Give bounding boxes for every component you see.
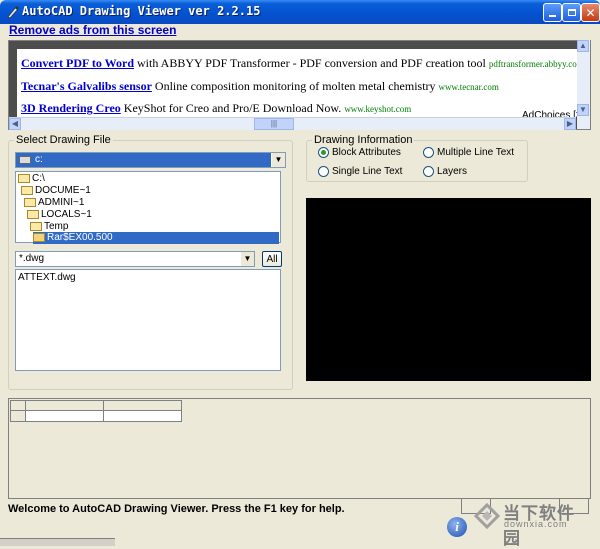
scroll-up-icon[interactable]: ▲ (577, 40, 589, 52)
file-item[interactable]: ATTEXT.dwg (18, 272, 76, 283)
drive-value: c: (35, 154, 43, 165)
remove-ads-link[interactable]: Remove ads from this screen (9, 23, 176, 37)
ad-url[interactable]: pdftransformer.abbyy.com (489, 59, 584, 69)
close-button[interactable]: ✕ (581, 3, 600, 22)
directory-item[interactable]: DOCUME~1 (21, 185, 91, 197)
minimize-icon (549, 14, 556, 17)
radio-label: Multiple Line Text (437, 147, 515, 158)
select-drawing-file-legend: Select Drawing File (16, 134, 111, 146)
grid-cell[interactable] (103, 410, 182, 422)
maximize-icon (567, 9, 576, 16)
ad-horizontal-scrollbar[interactable]: ◀ ||| ▶ (9, 117, 576, 130)
folder-open-icon (18, 173, 30, 183)
drive-select[interactable]: c: ▼ (15, 152, 286, 168)
drive-icon (19, 156, 31, 164)
ad-description: KeyShot for Creo and Pro/E Download Now. (123, 101, 342, 115)
grid-cell[interactable] (25, 410, 104, 422)
radio-block-attributes[interactable] (318, 147, 329, 158)
app-icon (7, 6, 19, 19)
directory-item[interactable]: LOCALS~1 (27, 209, 92, 221)
radio-label: Single Line Text (332, 166, 403, 177)
ad-vertical-scrollbar[interactable]: ▲ ▼ (577, 40, 590, 129)
ad-item: Convert PDF to Word with ABBYY PDF Trans… (21, 56, 584, 71)
scroll-left-icon[interactable]: ◀ (9, 118, 21, 130)
status-message: Welcome to AutoCAD Drawing Viewer. Press… (8, 503, 345, 515)
window-title: AutoCAD Drawing Viewer ver 2.2.15 (22, 4, 261, 18)
watermark-icon (473, 502, 501, 530)
folder-open-icon (21, 185, 33, 195)
directory-item-selected[interactable]: Rar$EX00.500 (33, 232, 279, 244)
attribute-grid[interactable] (8, 398, 591, 499)
scroll-thumb[interactable]: ||| (254, 118, 294, 130)
ad-link[interactable]: Tecnar's Galvalibs sensor (21, 79, 152, 93)
watermark-url: downxia.com (504, 519, 568, 529)
directory-item[interactable]: C:\ (18, 173, 45, 185)
drawing-preview (306, 198, 591, 381)
close-icon: ✕ (585, 5, 596, 20)
ad-link[interactable]: 3D Rendering Creo (21, 101, 121, 115)
chevron-down-icon[interactable]: ▼ (271, 153, 285, 167)
watermark-logo: 当下软件园 downxia.com (470, 496, 592, 548)
scroll-down-icon[interactable]: ▼ (577, 104, 589, 116)
folder-open-icon (27, 209, 39, 219)
drawing-information-legend: Drawing Information (314, 134, 413, 146)
file-mask-value: *.dwg (19, 253, 45, 264)
ad-description: Online composition monitoring of molten … (154, 79, 436, 93)
file-list[interactable]: ATTEXT.dwg (15, 269, 281, 371)
file-mask-select[interactable]: *.dwg ▼ (15, 251, 255, 267)
radio-single-line-text[interactable] (318, 166, 329, 177)
ad-item: Tecnar's Galvalibs sensor Online composi… (21, 79, 499, 94)
directory-item[interactable]: ADMINI~1 (24, 197, 84, 209)
folder-icon (33, 232, 45, 242)
info-button[interactable]: i (447, 517, 467, 537)
grid-row-header[interactable] (10, 410, 26, 422)
ad-description: with ABBYY PDF Transformer - PDF convers… (137, 56, 486, 70)
folder-open-icon (24, 197, 36, 207)
chevron-down-icon[interactable]: ▼ (240, 252, 254, 266)
ad-item: 3D Rendering Creo KeyShot for Creo and P… (21, 101, 411, 116)
radio-label: Layers (437, 166, 468, 177)
radio-label: Block Attributes (332, 147, 401, 158)
radio-multiple-line-text[interactable] (423, 147, 434, 158)
all-files-button[interactable]: All (262, 251, 282, 267)
directory-list[interactable]: C:\ DOCUME~1 ADMINI~1 LOCALS~1 Temp Rar$… (15, 171, 281, 244)
folder-open-icon (30, 221, 42, 231)
ad-url[interactable]: www.keyshot.com (344, 104, 411, 114)
info-icon: i (455, 519, 459, 534)
radio-layers[interactable] (423, 166, 434, 177)
ad-url[interactable]: www.tecnar.com (439, 82, 499, 92)
ad-link[interactable]: Convert PDF to Word (21, 56, 134, 70)
scroll-right-icon[interactable]: ▶ (564, 118, 576, 130)
maximize-button[interactable] (562, 3, 581, 22)
minimize-button[interactable] (543, 3, 562, 22)
